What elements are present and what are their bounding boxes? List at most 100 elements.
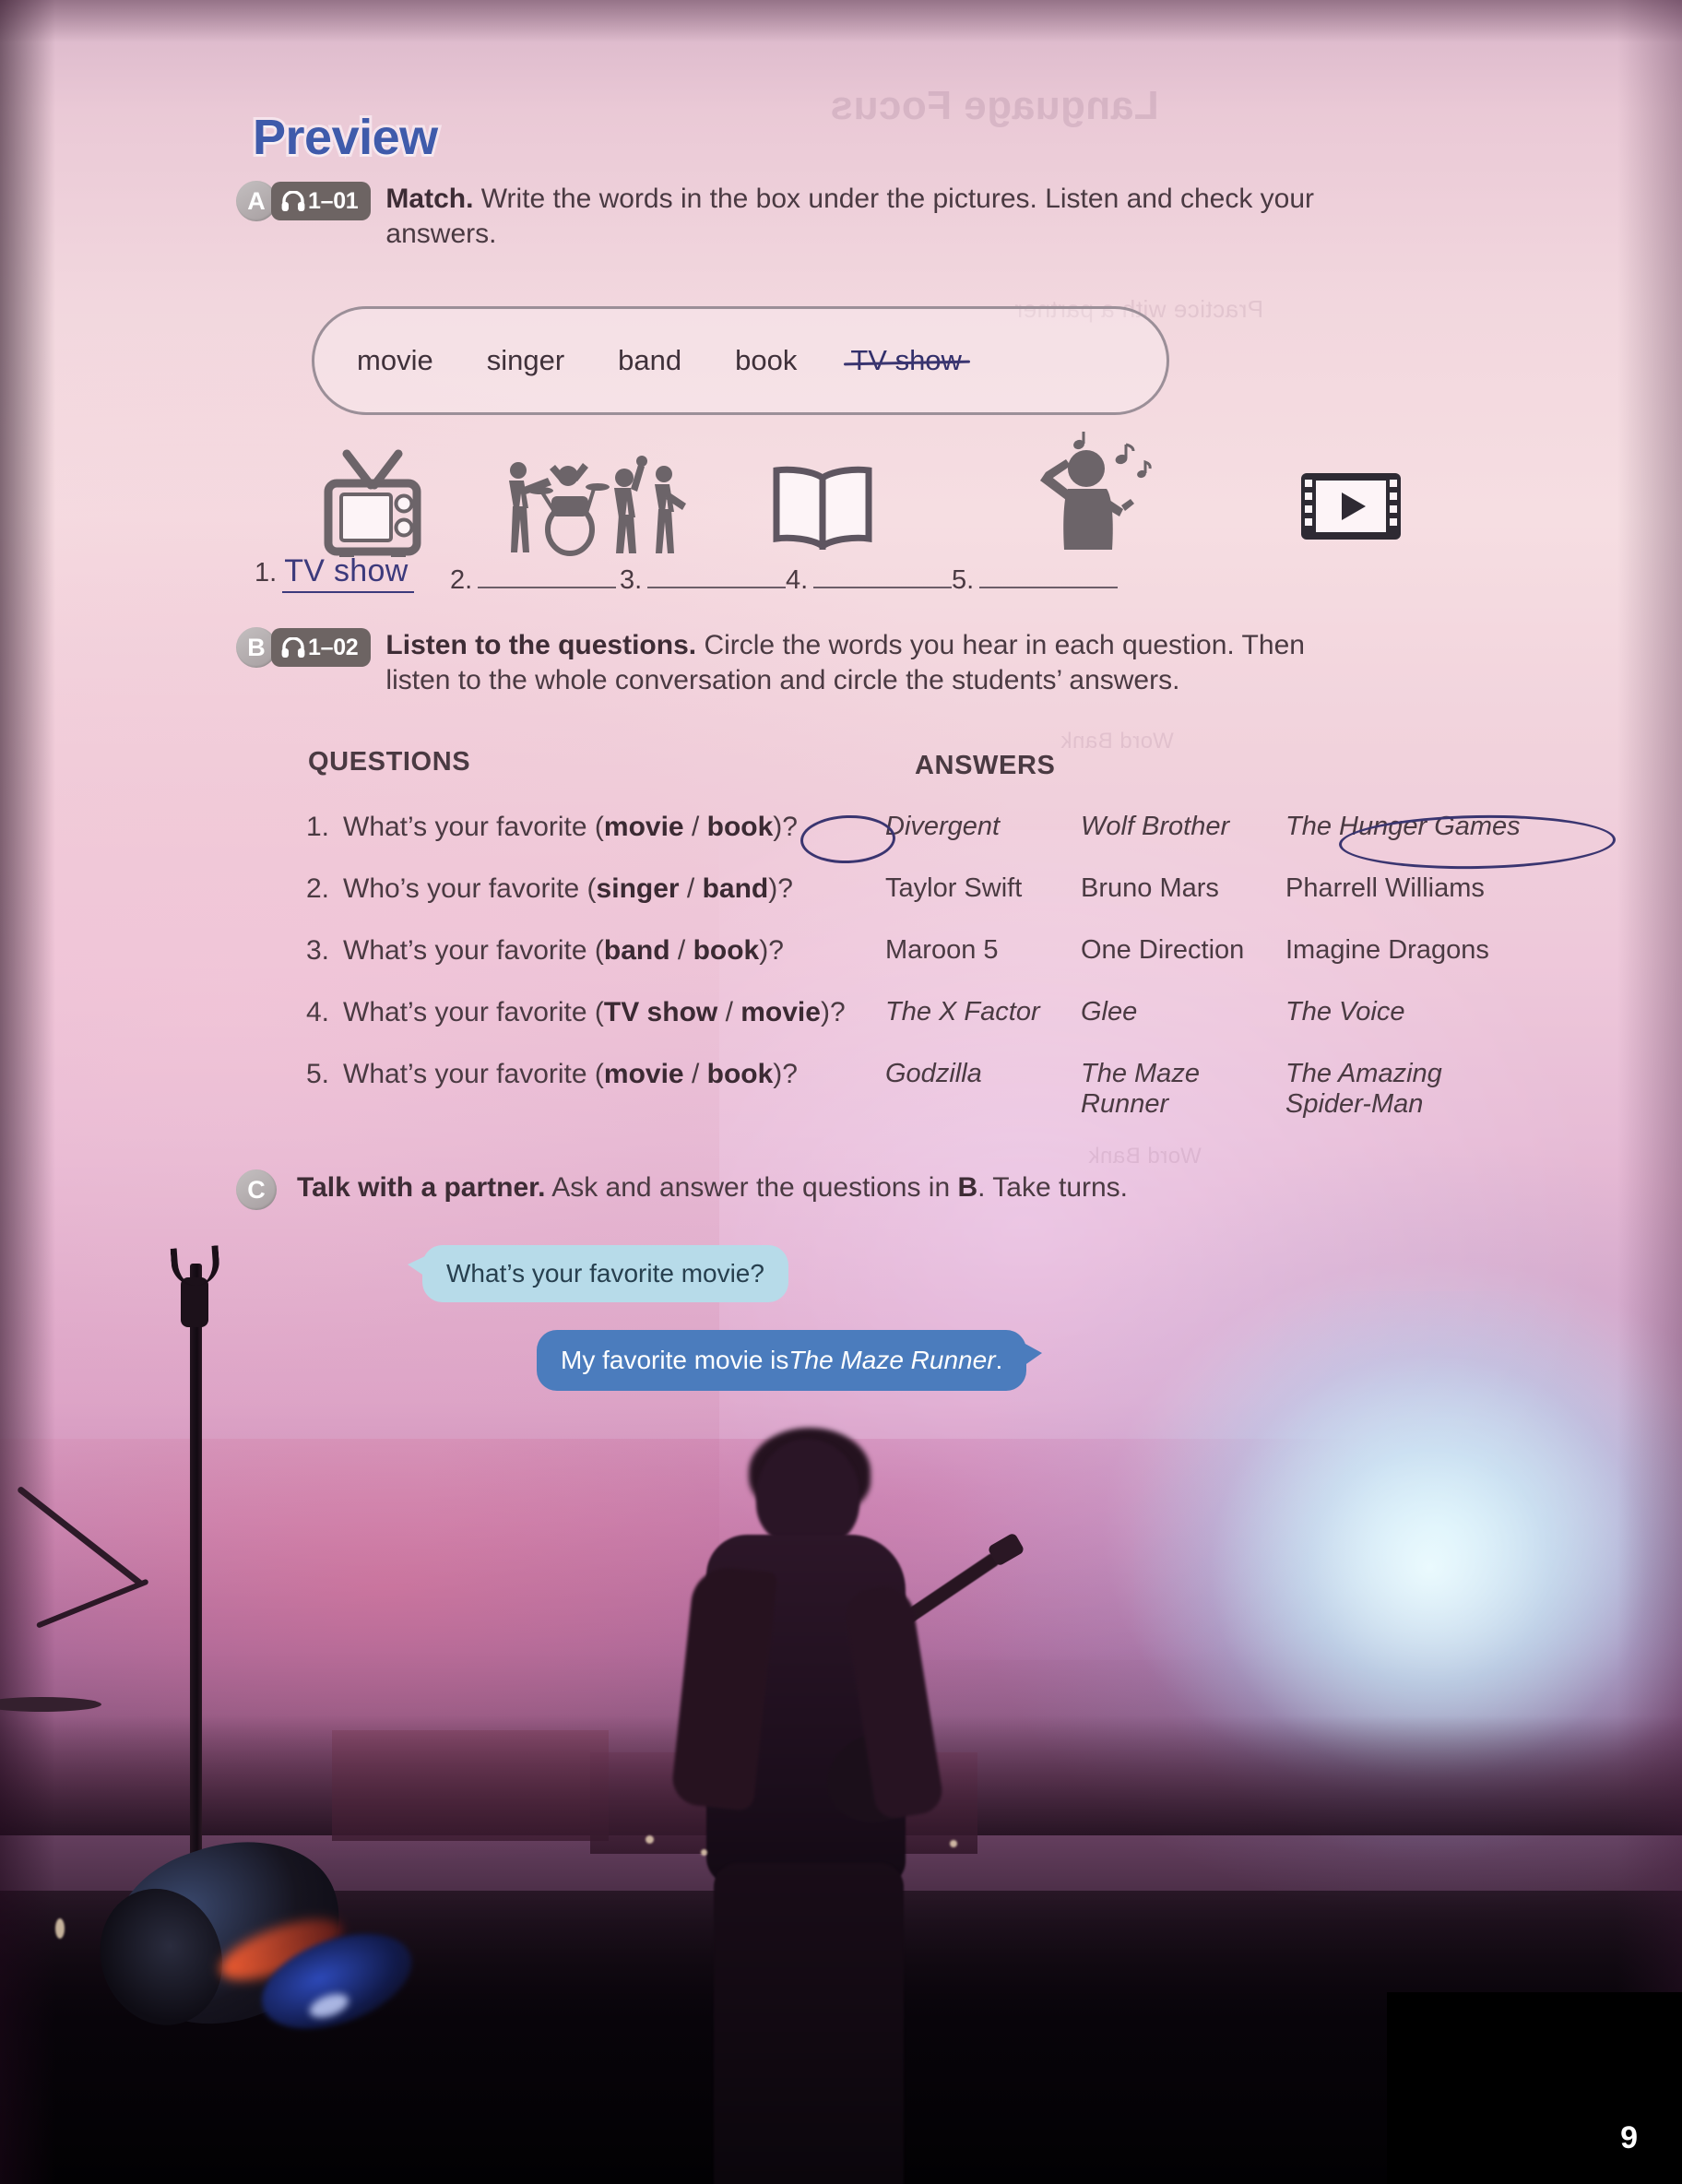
exercise-c-instruction-bold: Talk with a partner. [297, 1172, 546, 1203]
table-row: 2. Who’s your favorite (singer / band)? … [306, 873, 1542, 935]
exercise-b-track-number: 1–02 [308, 634, 359, 660]
answer-option-1[interactable]: Maroon 5 [885, 935, 1081, 966]
answers-column-header: ANSWERS [915, 751, 1056, 780]
question-text[interactable]: What’s your favorite (movie / book)? [343, 812, 885, 843]
speech-bubble-question: What’s your favorite movie? [408, 1245, 788, 1302]
exercise-c-instruction-end: . Take turns. [977, 1172, 1129, 1203]
exercise-c-instruction-ref: B [957, 1172, 978, 1203]
answer-option-3[interactable]: Pharrell Williams [1285, 873, 1534, 904]
question-option-2[interactable]: band [703, 873, 769, 904]
question-prefix: What’s your favorite ( [343, 1059, 604, 1089]
questions-column-header: QUESTIONS [308, 747, 471, 777]
question-text[interactable]: What’s your favorite (TV show / movie)? [343, 997, 885, 1028]
word-bank-item-band[interactable]: band [618, 344, 681, 377]
answer-option-1[interactable]: Godzilla [885, 1059, 1081, 1089]
answer-option-3[interactable]: The Hunger Games [1285, 812, 1534, 842]
exercise-b-instruction: Listen to the questions. Circle the word… [385, 628, 1317, 699]
exercise-b-header: B 1–02 Listen to the questions. Circle t… [236, 627, 1453, 699]
answer-option-3[interactable]: The Amazing Spider-Man [1285, 1059, 1534, 1121]
exercise-c-header: C Talk with a partner. Ask and answer th… [236, 1169, 1435, 1210]
answer-option-2[interactable]: The Maze Runner [1081, 1059, 1285, 1121]
answer-option-2[interactable]: One Direction [1081, 935, 1285, 966]
question-option-1[interactable]: band [604, 935, 670, 966]
question-suffix: )? [820, 997, 846, 1027]
speech-bubble-answer-suffix: . [995, 1346, 1003, 1374]
word-bank-item-singer[interactable]: singer [487, 344, 564, 377]
exercise-a-instruction-bold: Match. [385, 184, 474, 214]
picture-blank-5-number: 5. [952, 565, 975, 595]
question-text[interactable]: What’s your favorite (movie / book)? [343, 1059, 885, 1090]
question-option-1[interactable]: movie [604, 1059, 684, 1089]
answer-option-2[interactable]: Wolf Brother [1081, 812, 1285, 842]
band-icon [498, 456, 692, 564]
question-text[interactable]: Who’s your favorite (singer / band)? [343, 873, 885, 905]
question-option-2[interactable]: movie [740, 997, 821, 1027]
answer-option-3[interactable]: Imagine Dragons [1285, 935, 1534, 966]
picture-blank-1-answer: TV show [282, 553, 414, 593]
exercise-c-instruction-mid: Ask and answer the questions in [545, 1172, 958, 1203]
question-text[interactable]: What’s your favorite (band / book)? [343, 935, 885, 967]
open-book-icon [765, 465, 880, 554]
word-bank-item-book[interactable]: book [735, 344, 797, 377]
exercise-a-header: A 1–01 Match. Write the words in the box… [236, 181, 1435, 253]
exercise-a-instruction-rest: Write the words in the box under the pic… [385, 184, 1315, 250]
picture-blank-3-line [647, 561, 787, 588]
answer-option-2[interactable]: Glee [1081, 997, 1285, 1027]
picture-blank-3[interactable]: 3. [620, 561, 787, 596]
answer-option-3[interactable]: The Voice [1285, 997, 1534, 1027]
exercise-c-instruction: Talk with a partner. Ask and answer the … [297, 1170, 1128, 1205]
question-suffix: )? [759, 935, 784, 966]
picture-blank-5-line [979, 561, 1119, 588]
page-title: Preview [250, 107, 441, 168]
exercise-a-track-number: 1–01 [308, 187, 359, 214]
exercise-a-audio-pill[interactable]: 1–01 [271, 182, 372, 220]
table-row: 1. What’s your favorite (movie / book)? … [306, 812, 1542, 873]
row-number: 4. [306, 997, 330, 1027]
page-number: 9 [1620, 2120, 1638, 2155]
answer-option-1[interactable]: The X Factor [885, 997, 1081, 1027]
question-option-1[interactable]: TV show [604, 997, 717, 1027]
table-row: 3. What’s your favorite (band / book)? M… [306, 935, 1542, 997]
exercise-b-instruction-bold: Listen to the questions. [385, 630, 697, 660]
answer-option-1[interactable]: Divergent [885, 812, 1081, 842]
speech-bubble-question-text: What’s your favorite movie? [446, 1259, 764, 1288]
picture-blank-4[interactable]: 4. [786, 561, 953, 596]
question-option-2[interactable]: book [707, 812, 774, 842]
answer-option-1[interactable]: Taylor Swift [885, 873, 1081, 904]
row-number: 3. [306, 935, 330, 966]
question-separator: / [683, 812, 707, 842]
questions-answers-table: 1. What’s your favorite (movie / book)? … [306, 812, 1542, 1147]
table-row: 5. What’s your favorite (movie / book)? … [306, 1059, 1542, 1147]
row-number: 1. [306, 812, 330, 842]
question-option-1[interactable]: singer [597, 873, 680, 904]
headphones-icon [281, 191, 305, 211]
picture-blank-3-number: 3. [620, 565, 643, 595]
headphones-icon [281, 637, 305, 658]
question-option-1[interactable]: movie [604, 812, 684, 842]
row-number: 2. [306, 873, 330, 904]
question-separator: / [683, 1059, 707, 1089]
film-strip-play-icon [1298, 470, 1404, 547]
word-bank-item-movie[interactable]: movie [357, 344, 433, 377]
question-suffix: )? [768, 873, 793, 904]
speech-bubble-answer: My favorite movie is The Maze Runner. [537, 1330, 1043, 1391]
word-bank-item-tv-show[interactable]: TV show [850, 344, 962, 377]
picture-blank-1[interactable]: 1. TV show [255, 553, 414, 593]
question-prefix: Who’s your favorite ( [343, 873, 597, 904]
picture-blank-2[interactable]: 2. [450, 561, 617, 596]
question-separator: / [669, 935, 693, 966]
question-prefix: What’s your favorite ( [343, 935, 604, 966]
picture-blank-4-line [813, 561, 953, 588]
question-separator: / [679, 873, 703, 904]
question-separator: / [717, 997, 741, 1027]
picture-blank-5[interactable]: 5. [952, 561, 1119, 596]
picture-blank-4-number: 4. [786, 565, 809, 595]
television-icon [319, 448, 426, 564]
answer-option-2[interactable]: Bruno Mars [1081, 873, 1285, 904]
question-suffix: )? [773, 1059, 798, 1089]
textbook-page: Language Focus Practice with a partner W… [0, 0, 1682, 2184]
question-option-2[interactable]: book [693, 935, 760, 966]
question-option-2[interactable]: book [707, 1059, 774, 1089]
exercise-b-audio-pill[interactable]: 1–02 [271, 628, 372, 667]
page-number-plate [1387, 1992, 1682, 2184]
